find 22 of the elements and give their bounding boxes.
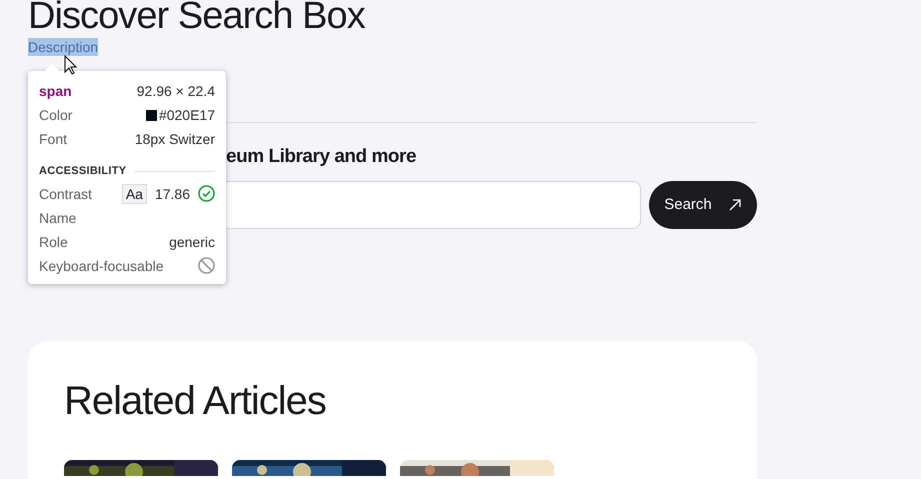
property-value: generic bbox=[169, 232, 215, 252]
contrast-value: 17.86 bbox=[154, 184, 190, 204]
page-title: Discover Search Box bbox=[28, 0, 366, 36]
property-label: Name bbox=[39, 208, 76, 228]
property-label: Keyboard-focusable bbox=[39, 256, 164, 276]
element-tag: span bbox=[39, 81, 72, 101]
property-label: Role bbox=[39, 232, 68, 252]
search-label: eum Library and more bbox=[226, 145, 416, 169]
element-size: 92.96 × 22.4 bbox=[136, 82, 215, 101]
description: Description bbox=[28, 38, 98, 56]
blocked-icon bbox=[198, 257, 215, 274]
contrast-sample: Aa bbox=[122, 184, 147, 204]
property-value: 18px Switzer bbox=[134, 130, 215, 149]
section-heading: ACCESSIBILITY bbox=[39, 164, 126, 179]
search-button[interactable]: Search bbox=[649, 181, 757, 229]
property-label: Font bbox=[39, 130, 68, 149]
section-title: Related Articles bbox=[64, 378, 327, 425]
property-label: Color bbox=[39, 106, 72, 125]
property-label: Contrast bbox=[39, 184, 92, 204]
arrow-icon bbox=[728, 198, 742, 212]
check-icon bbox=[198, 185, 215, 202]
property-value: #020E17 bbox=[158, 106, 215, 125]
